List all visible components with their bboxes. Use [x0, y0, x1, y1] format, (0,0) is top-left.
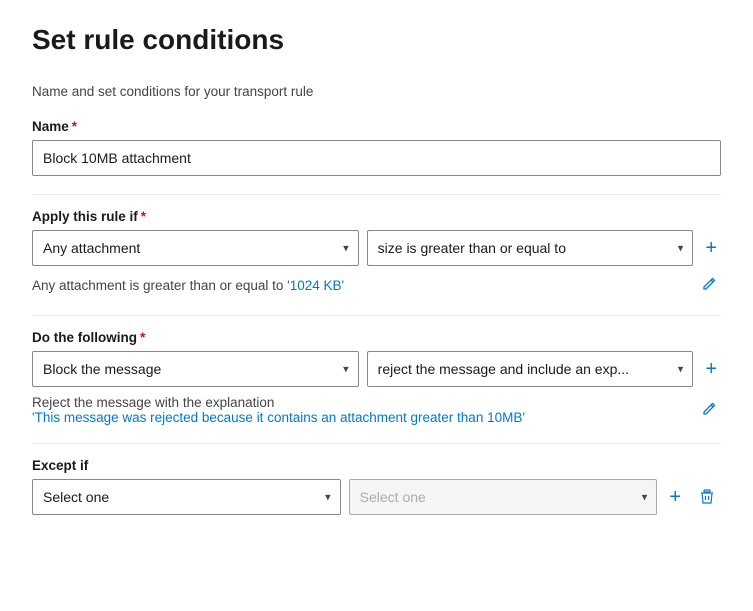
name-required: * — [72, 119, 77, 134]
do-following-section: Do the following * Block the message ▾ r… — [32, 330, 721, 425]
page-subtitle: Name and set conditions for your transpo… — [32, 84, 721, 99]
apply-rule-dropdown2[interactable]: size is greater than or equal to — [367, 230, 694, 266]
do-following-dropdown1-wrapper: Block the message ▾ — [32, 351, 359, 387]
apply-rule-dropdown1-wrapper: Any attachment ▾ — [32, 230, 359, 266]
pencil-icon-2 — [701, 401, 717, 417]
except-if-delete-button[interactable] — [693, 485, 721, 509]
do-following-label: Do the following * — [32, 330, 721, 345]
divider-2 — [32, 315, 721, 316]
apply-rule-row: Any attachment ▾ size is greater than or… — [32, 230, 721, 266]
except-if-add-button[interactable]: + — [665, 487, 685, 507]
apply-rule-info-row: Any attachment is greater than or equal … — [32, 274, 721, 297]
pencil-icon — [701, 276, 717, 292]
do-following-dropdown2-wrapper: reject the message and include an exp...… — [367, 351, 694, 387]
apply-rule-info-text: Any attachment is greater than or equal … — [32, 278, 344, 293]
do-following-info-text: Reject the message with the explanation … — [32, 395, 525, 425]
apply-rule-dropdown1[interactable]: Any attachment — [32, 230, 359, 266]
do-following-info-row: Reject the message with the explanation … — [32, 395, 721, 425]
name-input[interactable] — [32, 140, 721, 176]
trash-icon — [699, 489, 715, 505]
apply-rule-dropdown2-wrapper: size is greater than or equal to ▾ — [367, 230, 694, 266]
name-section: Name * — [32, 119, 721, 176]
divider-3 — [32, 443, 721, 444]
do-following-dropdown1[interactable]: Block the message — [32, 351, 359, 387]
apply-rule-info-link[interactable]: '1024 KB' — [287, 278, 344, 293]
name-label: Name * — [32, 119, 721, 134]
except-if-dropdown2-wrapper: Select one ▾ — [349, 479, 658, 515]
except-if-section: Except if Select one ▾ Select one ▾ + — [32, 458, 721, 515]
do-following-add-button[interactable]: + — [701, 359, 721, 379]
except-if-dropdown1-wrapper: Select one ▾ — [32, 479, 341, 515]
apply-rule-required: * — [141, 209, 146, 224]
except-if-dropdown2[interactable]: Select one — [349, 479, 658, 515]
do-following-dropdown2[interactable]: reject the message and include an exp... — [367, 351, 694, 387]
except-if-label: Except if — [32, 458, 721, 473]
apply-rule-label: Apply this rule if * — [32, 209, 721, 224]
divider-1 — [32, 194, 721, 195]
page-title: Set rule conditions — [32, 24, 721, 56]
except-if-dropdown1[interactable]: Select one — [32, 479, 341, 515]
do-following-info-link[interactable]: 'This message was rejected because it co… — [32, 410, 525, 425]
apply-rule-add-button[interactable]: + — [701, 238, 721, 258]
do-following-row: Block the message ▾ reject the message a… — [32, 351, 721, 387]
do-following-edit-button[interactable] — [697, 399, 721, 422]
do-following-required: * — [140, 330, 145, 345]
apply-rule-edit-button[interactable] — [697, 274, 721, 297]
except-if-row: Select one ▾ Select one ▾ + — [32, 479, 721, 515]
apply-rule-section: Apply this rule if * Any attachment ▾ si… — [32, 209, 721, 297]
